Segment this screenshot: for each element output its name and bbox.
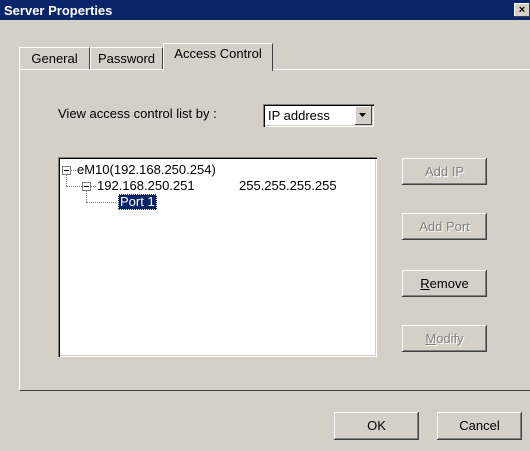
add-port-label: Add Port (419, 219, 470, 234)
dropdown-button[interactable] (355, 106, 372, 125)
access-control-tree[interactable]: eM10(192.168.250.254) 192.168.250.251 25… (58, 157, 377, 357)
tab-general-label: General (31, 51, 78, 66)
tab-password[interactable]: Password (90, 47, 163, 69)
title-bar: Server Properties × (0, 0, 530, 20)
view-by-select[interactable]: IP address (263, 104, 374, 127)
add-ip-label: Add IP (424, 164, 465, 179)
view-by-label: View access control list by : (58, 106, 217, 121)
remove-mnemonic: R (420, 276, 430, 291)
tree-connector (91, 186, 96, 187)
tree-port-item[interactable]: Port 1 (118, 194, 157, 210)
tree-connector (86, 202, 116, 203)
view-by-selected: IP address (268, 108, 330, 123)
tab-access-control-label: Access Control (174, 46, 262, 61)
tree-root-item[interactable]: eM10(192.168.250.254) (77, 162, 216, 178)
add-ip-button[interactable]: Add IP (402, 158, 487, 185)
collapse-icon[interactable] (62, 166, 71, 175)
tree-connector (86, 191, 87, 202)
ok-button[interactable]: OK (334, 412, 419, 440)
remove-button[interactable]: Remove (402, 270, 487, 297)
tree-ip-mask: 255.255.255.255 (239, 178, 337, 193)
tree-connector (66, 186, 82, 187)
modify-button[interactable]: Modify (402, 325, 487, 352)
tab-general[interactable]: General (19, 47, 90, 69)
tab-password-label: Password (97, 51, 156, 66)
cancel-button[interactable]: Cancel (437, 412, 522, 440)
window-title: Server Properties (4, 3, 113, 18)
modify-mnemonic: M (425, 331, 437, 346)
chevron-down-icon (359, 113, 366, 117)
tree-connector (66, 175, 67, 186)
tree-connector (71, 170, 76, 171)
ok-label: OK (367, 418, 386, 433)
cancel-label: Cancel (459, 418, 500, 433)
add-port-button[interactable]: Add Port (402, 213, 487, 240)
collapse-icon[interactable] (82, 182, 91, 191)
tab-access-control[interactable]: Access Control (163, 43, 273, 71)
close-icon: × (518, 4, 526, 16)
tree-ip-item[interactable]: 192.168.250.251 (97, 178, 195, 194)
close-button[interactable]: × (514, 3, 530, 17)
modify-label: odify (436, 331, 464, 346)
remove-label: emove (429, 276, 469, 291)
